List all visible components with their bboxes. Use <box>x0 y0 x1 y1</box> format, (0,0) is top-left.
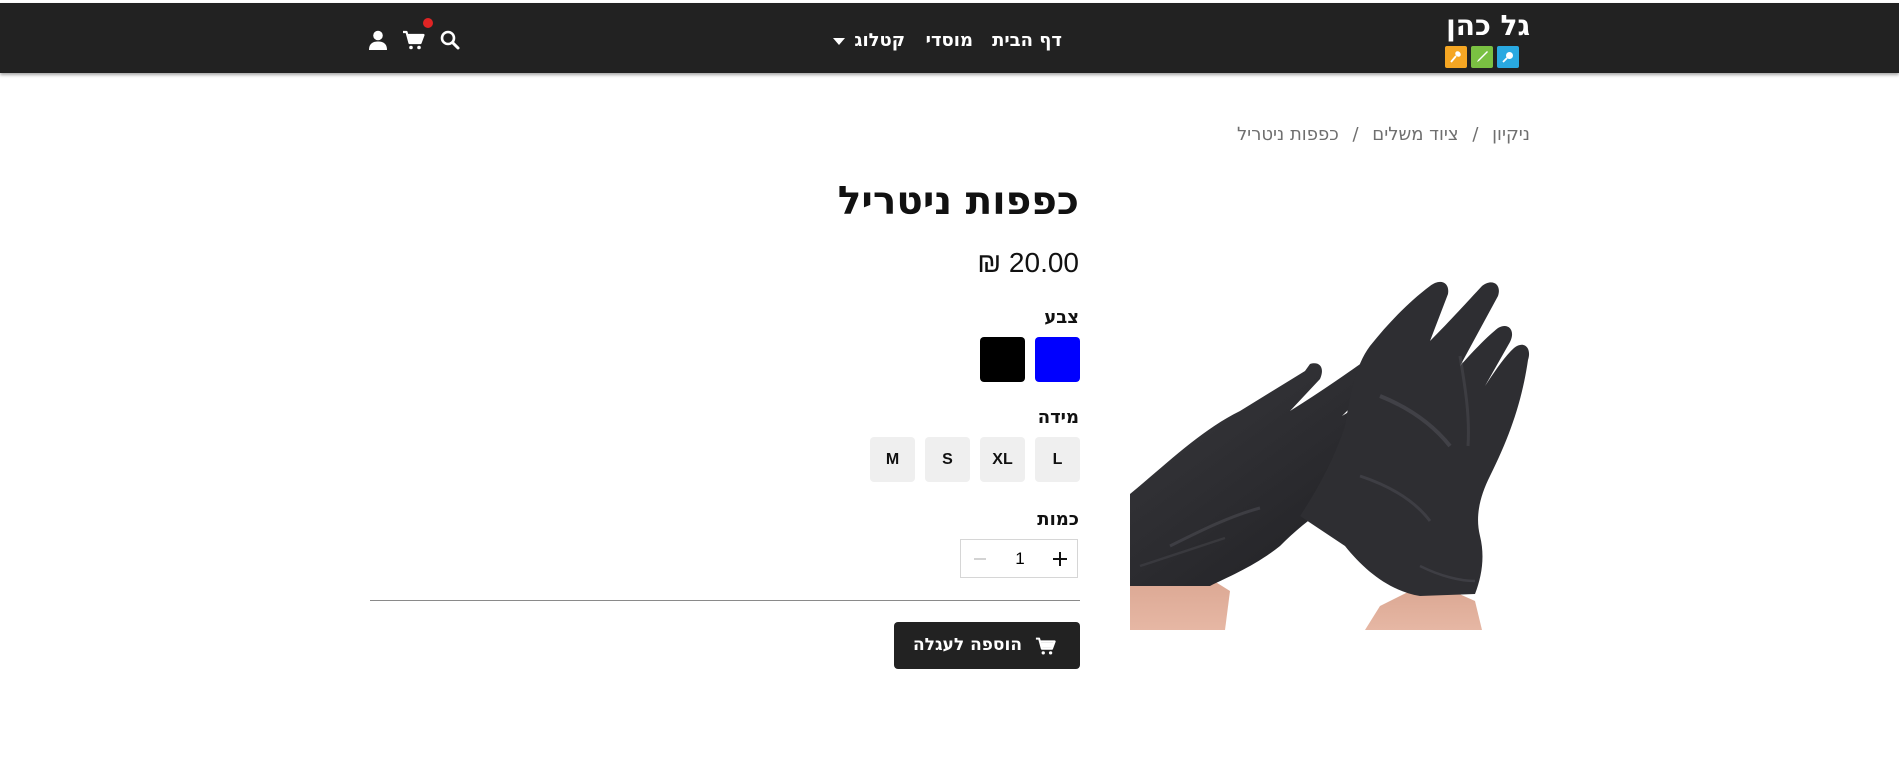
nav-home[interactable]: דף הבית <box>992 29 1062 53</box>
size-label: מידה <box>1037 407 1079 428</box>
plus-icon[interactable] <box>1049 548 1071 570</box>
search-icon[interactable] <box>438 28 462 52</box>
breadcrumb-separator: / <box>1472 124 1479 145</box>
size-option-l[interactable]: L <box>1035 437 1080 482</box>
cart-icon[interactable] <box>402 28 426 52</box>
knife-icon <box>1471 46 1493 68</box>
quantity-stepper <box>960 539 1078 578</box>
nav-institutions[interactable]: מוסדי <box>926 29 973 53</box>
gloves-image <box>1130 281 1530 630</box>
add-to-cart-label: הוספה לעגלה <box>912 635 1022 655</box>
product-title: כפפות ניטריל <box>837 179 1079 224</box>
breadcrumb-item-current: כפפות ניטריל <box>1236 124 1339 145</box>
size-option-m[interactable]: M <box>870 437 915 482</box>
product-image <box>1130 246 1530 630</box>
quantity-label: כמות <box>1037 509 1079 530</box>
brush-icon <box>1497 46 1519 68</box>
nav-catalog[interactable]: קטלוג <box>854 29 905 53</box>
breadcrumb-item-cleaning[interactable]: ניקיון <box>1492 124 1530 145</box>
quantity-input[interactable] <box>1001 548 1039 570</box>
product-price: 20.00 ₪ <box>977 247 1079 278</box>
logo[interactable]: גל כהן <box>1432 9 1532 68</box>
chevron-down-icon[interactable] <box>833 38 845 45</box>
size-option-xl[interactable]: XL <box>980 437 1025 482</box>
add-to-cart-button[interactable]: הוספה לעגלה <box>894 622 1080 669</box>
logo-text: גל כהן <box>1446 9 1530 42</box>
cart-badge <box>423 18 433 28</box>
spoon-icon <box>1445 46 1467 68</box>
minus-icon[interactable] <box>969 548 991 570</box>
user-icon[interactable] <box>366 28 390 52</box>
cart-icon <box>1035 635 1057 657</box>
color-label: צבע <box>1044 307 1079 328</box>
breadcrumb-separator: / <box>1352 124 1359 145</box>
breadcrumb: ניקיון / ציוד משלים / כפפות ניטריל <box>1237 124 1530 146</box>
color-swatch-black[interactable] <box>980 337 1025 382</box>
color-swatch-blue[interactable] <box>1035 337 1080 382</box>
site-header: גל כהן דף הבית מוסדי קטלוג <box>0 3 1899 73</box>
divider <box>370 600 1080 601</box>
size-option-s[interactable]: S <box>925 437 970 482</box>
breadcrumb-item-accessories[interactable]: ציוד משלים <box>1372 124 1458 145</box>
